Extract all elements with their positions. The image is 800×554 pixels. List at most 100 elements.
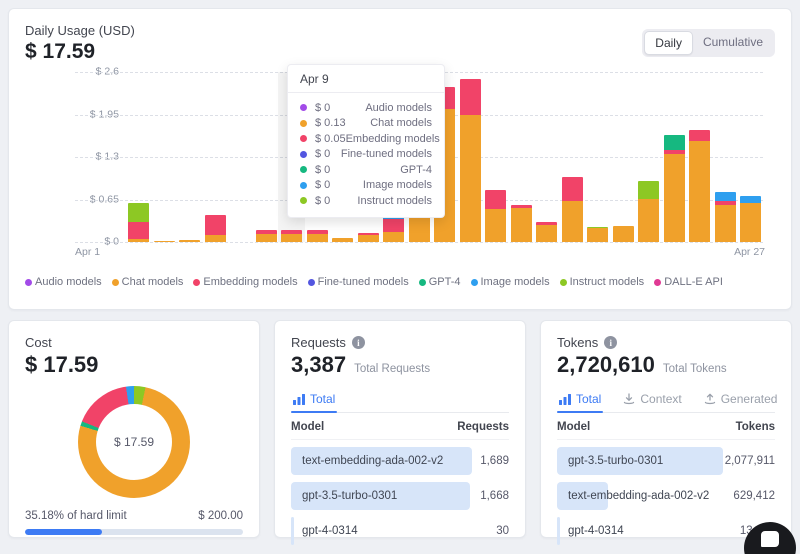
tab-generated[interactable]: Generated bbox=[702, 388, 780, 412]
legend-item-embedding-models[interactable]: Embedding models bbox=[193, 276, 297, 288]
daily-toggle-button[interactable]: Daily bbox=[644, 31, 693, 55]
bar-segment bbox=[587, 228, 608, 242]
legend-item-audio-models[interactable]: Audio models bbox=[25, 276, 102, 288]
bar-apr-20[interactable] bbox=[562, 177, 583, 242]
bar-apr-22[interactable] bbox=[613, 226, 634, 242]
tooltip-row: $ 0Instruct models bbox=[300, 193, 432, 209]
tooltip-dot bbox=[300, 197, 307, 204]
tab-total[interactable]: Total bbox=[291, 388, 337, 412]
bar-segment bbox=[638, 199, 659, 242]
row-model-name: gpt-3.5-turbo-0301 bbox=[291, 490, 397, 502]
bar-apr-17[interactable] bbox=[485, 190, 506, 242]
bar-segment bbox=[256, 234, 277, 242]
bar-segment bbox=[562, 201, 583, 242]
bar-apr-25[interactable] bbox=[689, 130, 710, 242]
tooltip-date: Apr 9 bbox=[288, 65, 444, 93]
row-value: 629,412 bbox=[733, 490, 775, 502]
info-icon[interactable]: i bbox=[604, 336, 617, 349]
row-value: 30 bbox=[496, 525, 509, 537]
requests-total: 3,387 bbox=[291, 352, 346, 378]
x-axis-end-label: Apr 27 bbox=[734, 246, 765, 258]
tooltip-dot bbox=[300, 135, 307, 142]
table-row: text-embedding-ada-002-v2 1,689 bbox=[291, 447, 509, 475]
tooltip-dot bbox=[300, 166, 307, 173]
tooltip-model-label: Embedding models bbox=[346, 133, 440, 145]
bar-segment bbox=[281, 230, 302, 233]
row-value: 1,668 bbox=[480, 490, 509, 502]
requests-total-label: Total Requests bbox=[354, 363, 430, 375]
legend-dot bbox=[419, 279, 426, 286]
bar-apr-3[interactable] bbox=[128, 203, 149, 242]
legend-dot bbox=[654, 279, 661, 286]
bar-segment bbox=[128, 222, 149, 240]
bar-segment bbox=[511, 205, 532, 208]
bar-segment bbox=[281, 234, 302, 243]
bar-apr-4[interactable] bbox=[154, 241, 175, 242]
bar-apr-27[interactable] bbox=[740, 196, 761, 242]
cumulative-toggle-button[interactable]: Cumulative bbox=[693, 31, 773, 55]
bar-segment bbox=[205, 215, 226, 236]
tooltip-value: $ 0 bbox=[315, 148, 330, 160]
tab-context[interactable]: Context bbox=[621, 388, 683, 412]
legend-label: DALL-E API bbox=[664, 276, 723, 288]
bar-apr-5[interactable] bbox=[179, 240, 200, 242]
legend-item-fine-tuned-models[interactable]: Fine-tuned models bbox=[308, 276, 409, 288]
tooltip-value: $ 0.13 bbox=[315, 117, 346, 129]
legend-label: Fine-tuned models bbox=[318, 276, 409, 288]
bar-apr-23[interactable] bbox=[638, 181, 659, 242]
bar-segment bbox=[205, 235, 226, 242]
legend-item-instruct-models[interactable]: Instruct models bbox=[560, 276, 645, 288]
gridline bbox=[75, 242, 763, 243]
bar-segment bbox=[562, 177, 583, 201]
legend-label: Image models bbox=[481, 276, 550, 288]
bar-apr-16[interactable] bbox=[460, 79, 481, 242]
cost-amount: $ 17.59 bbox=[25, 352, 98, 378]
col-model: Model bbox=[557, 421, 590, 433]
tooltip-value: $ 0 bbox=[315, 102, 330, 114]
cost-donut-chart[interactable]: $ 17.59 bbox=[78, 386, 190, 498]
tab-total[interactable]: Total bbox=[557, 388, 603, 412]
bar-apr-19[interactable] bbox=[536, 222, 557, 242]
bar-segment bbox=[664, 150, 685, 155]
bar-segment bbox=[664, 154, 685, 242]
tokens-total: 2,720,610 bbox=[557, 352, 655, 378]
tooltip-rows: $ 0Audio models$ 0.13Chat models$ 0.05Em… bbox=[288, 93, 444, 217]
bar-segment bbox=[689, 141, 710, 242]
chat-widget-icon bbox=[761, 531, 779, 547]
bar-segment bbox=[511, 208, 532, 242]
legend-label: Embedding models bbox=[203, 276, 297, 288]
col-requests: Requests bbox=[457, 421, 509, 433]
bar-segment bbox=[128, 203, 149, 221]
bar-apr-26[interactable] bbox=[715, 192, 736, 242]
bar-apr-24[interactable] bbox=[664, 135, 685, 242]
row-model-name: text-embedding-ada-002-v2 bbox=[291, 455, 443, 467]
bar-apr-6[interactable] bbox=[205, 215, 226, 242]
bar-segment bbox=[536, 225, 557, 242]
tooltip-value: $ 0 bbox=[315, 195, 330, 207]
row-value: 1,689 bbox=[480, 455, 509, 467]
chart-legend: Audio models Chat models Embedding models F… bbox=[25, 276, 775, 288]
tooltip-row: $ 0.05Embedding models bbox=[300, 131, 432, 147]
bar-segment bbox=[460, 79, 481, 115]
legend-dot bbox=[308, 279, 315, 286]
bar-segment bbox=[485, 190, 506, 210]
bar-apr-9[interactable] bbox=[281, 230, 302, 242]
bar-apr-11[interactable] bbox=[332, 238, 353, 242]
bar-apr-12[interactable] bbox=[358, 233, 379, 242]
cost-card: Cost $ 17.59 $ 17.59 35.18% of hard limi… bbox=[8, 320, 260, 538]
hard-limit-text: 35.18% of hard limit bbox=[25, 510, 127, 522]
bar-apr-10[interactable] bbox=[307, 230, 328, 242]
requests-table: text-embedding-ada-002-v2 1,689 gpt-3.5-tu… bbox=[291, 447, 509, 545]
legend-item-chat-models[interactable]: Chat models bbox=[112, 276, 184, 288]
legend-dot bbox=[471, 279, 478, 286]
bar-apr-21[interactable] bbox=[587, 227, 608, 242]
bar-apr-8[interactable] bbox=[256, 230, 277, 242]
bar-segment bbox=[664, 135, 685, 149]
info-icon[interactable]: i bbox=[352, 336, 365, 349]
legend-dot bbox=[112, 279, 119, 286]
bar-apr-18[interactable] bbox=[511, 205, 532, 242]
legend-item-dall-e-api[interactable]: DALL-E API bbox=[654, 276, 723, 288]
legend-item-image-models[interactable]: Image models bbox=[471, 276, 550, 288]
tooltip-model-label: GPT-4 bbox=[330, 164, 432, 176]
legend-item-gpt-4[interactable]: GPT-4 bbox=[419, 276, 461, 288]
